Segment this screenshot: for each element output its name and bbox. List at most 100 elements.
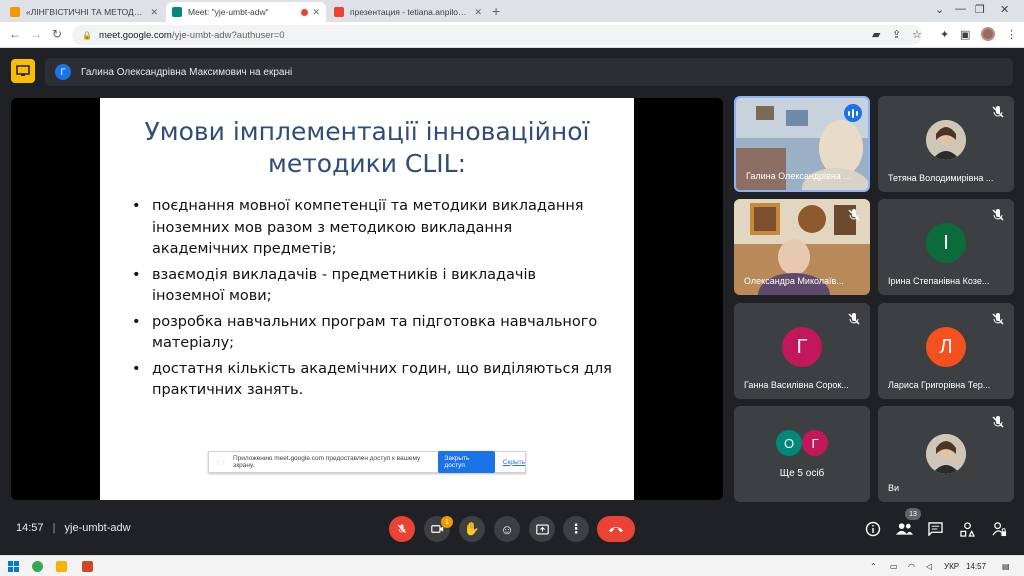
camera-permission-icon[interactable]: ▰	[872, 28, 880, 41]
meeting-info: 14:57 | yje-umbt-adw	[16, 522, 131, 534]
participant-avatar: О	[776, 430, 802, 456]
more-participants-label: Ще 5 осіб	[779, 468, 825, 479]
browser-tab-active[interactable]: Meet: "yje-umbt-adw" ✕	[166, 2, 326, 22]
more-options-button[interactable]: ⋮	[563, 516, 589, 542]
mic-off-icon	[992, 209, 1004, 221]
clock[interactable]: 14:57	[966, 562, 986, 571]
presenter-avatar: Г	[55, 64, 71, 80]
browser-tab[interactable]: «ЛІНГВІСТИЧНІ ТА МЕТОДОЛОГ ✕	[4, 2, 164, 22]
people-button[interactable]	[895, 520, 913, 538]
volume-icon[interactable]: ◁	[926, 562, 932, 571]
chat-button[interactable]	[926, 520, 944, 538]
emoji-icon: ☺	[500, 521, 514, 537]
slide: Умови імплементації інноваційної методик…	[100, 98, 634, 500]
side-panel-icon[interactable]: ▣	[960, 28, 970, 41]
presentation-stage: Умови імплементації інноваційної методик…	[11, 98, 723, 500]
slide-bullet: достатня кількість академічних годин, що…	[130, 359, 620, 402]
raise-hand-button[interactable]: ✋	[459, 516, 485, 542]
present-screen-icon	[535, 523, 549, 535]
browser-tab-strip: «ЛІНГВІСТИЧНІ ТА МЕТОДОЛОГ ✕ Meet: "yje-…	[0, 0, 1024, 22]
activities-icon	[959, 521, 975, 537]
language-indicator[interactable]: УКР	[944, 562, 959, 571]
more-participants-tile[interactable]: О Г Ще 5 осіб	[734, 406, 870, 502]
reload-icon[interactable]: ↻	[52, 27, 62, 41]
tab-search-icon[interactable]: ⌄	[935, 3, 944, 16]
slide-bullets: поєднання мовної компетенції та методики…	[130, 196, 620, 406]
new-tab-icon[interactable]: +	[492, 3, 500, 19]
presenter-banner: Г Галина Олександрівна Максимович на екр…	[45, 58, 1013, 86]
moodle-favicon-icon	[10, 7, 20, 17]
chat-icon	[927, 522, 943, 536]
network-icon[interactable]: ▭	[890, 562, 898, 571]
reactions-button[interactable]: ☺	[494, 516, 520, 542]
windows-start-icon[interactable]	[8, 561, 19, 572]
browser-toolbar: ← → ↻ 🔒 meet.google.com/yje-umbt-adw?aut…	[0, 22, 1024, 48]
mic-toggle-button[interactable]	[389, 516, 415, 542]
notifications-icon[interactable]: ▤	[1002, 562, 1010, 571]
windows-taskbar: ⌃ ▭ ◠ ◁ УКР 14:57 ▤	[0, 555, 1024, 576]
close-tab-icon[interactable]: ✕	[474, 7, 482, 18]
maximize-icon[interactable]: ❐	[975, 3, 985, 16]
chrome-taskbar-icon[interactable]	[32, 561, 43, 572]
participant-tile[interactable]: Л Лариса Григорівна Тер...	[878, 303, 1014, 399]
host-controls-button[interactable]	[990, 520, 1008, 538]
participant-photo	[926, 120, 966, 160]
participant-avatar: Г	[782, 327, 822, 367]
participant-tile[interactable]: І Ірина Степанівна Козе...	[878, 199, 1014, 295]
close-tab-icon[interactable]: ✕	[150, 7, 158, 18]
self-tile[interactable]: Ви	[878, 406, 1014, 502]
hide-notice-link[interactable]: Скрыть	[503, 459, 525, 466]
minimize-icon[interactable]: —	[955, 3, 966, 15]
participant-tile[interactable]: Олександра Миколаїв...	[734, 199, 870, 295]
participant-avatar: Л	[926, 327, 966, 367]
slide-bullet: поєднання мовної компетенції та методики…	[130, 196, 620, 261]
back-icon[interactable]: ←	[9, 27, 21, 41]
notification-badge: 1	[441, 516, 453, 528]
info-icon	[865, 521, 881, 537]
gmail-favicon-icon	[334, 7, 344, 17]
file-explorer-icon[interactable]	[56, 561, 67, 572]
hand-icon: ✋	[463, 521, 481, 536]
slide-title: Умови імплементації інноваційної методик…	[144, 117, 590, 178]
participant-tile[interactable]: Галина Олександрівна ...	[734, 96, 870, 192]
tray-chevron-icon[interactable]: ⌃	[870, 562, 877, 571]
recording-dot-icon	[301, 8, 309, 16]
bookmark-star-icon[interactable]: ☆	[912, 28, 922, 41]
participant-avatar: І	[926, 223, 966, 263]
leave-call-button[interactable]	[597, 516, 635, 542]
participant-tile[interactable]: Г Ганна Василівна Сорок...	[734, 303, 870, 399]
forward-icon[interactable]: →	[30, 27, 42, 41]
extensions-icon[interactable]: ✦	[940, 28, 949, 41]
drag-handle-icon[interactable]: ⋮⋮	[215, 459, 227, 466]
mic-off-icon	[992, 313, 1004, 325]
mic-off-icon	[848, 313, 860, 325]
presentation-badge-icon[interactable]	[11, 59, 35, 83]
close-window-icon[interactable]: ✕	[1000, 3, 1009, 16]
close-tab-icon[interactable]: ✕	[312, 7, 320, 18]
activities-button[interactable]	[958, 520, 976, 538]
meeting-details-button[interactable]	[864, 520, 882, 538]
participant-count-badge: 13	[905, 508, 921, 520]
speaking-indicator-icon	[844, 104, 862, 122]
present-screen-button[interactable]	[529, 516, 555, 542]
share-icon[interactable]: ⇪	[892, 28, 901, 41]
participant-avatar: Г	[802, 430, 828, 456]
profile-avatar[interactable]	[981, 27, 995, 41]
slide-bullet: розробка навчальних програм та підготовк…	[130, 312, 620, 355]
address-bar[interactable]: 🔒 meet.google.com/yje-umbt-adw?authuser=…	[72, 25, 922, 45]
stop-sharing-button[interactable]: Закрыть доступ	[438, 451, 495, 473]
participant-photo	[926, 434, 966, 474]
mic-off-icon	[848, 209, 860, 221]
powerpoint-icon[interactable]	[82, 561, 93, 572]
menu-kebab-icon[interactable]: ⋮	[1006, 28, 1017, 41]
screen-share-notice: ⋮⋮ Приложению meet.google.com предоставл…	[208, 451, 526, 473]
more-vert-icon: ⋮	[569, 521, 583, 536]
wifi-icon[interactable]: ◠	[908, 562, 915, 571]
presenter-text: Галина Олександрівна Максимович на екран…	[81, 66, 293, 78]
meet-favicon-icon	[172, 7, 182, 17]
participant-tile[interactable]: Тетяна Володимирівна ...	[878, 96, 1014, 192]
browser-tab[interactable]: презентация - tetiana.anpilohova ✕	[328, 2, 488, 22]
hang-up-icon	[608, 527, 624, 533]
lock-icon: 🔒	[82, 30, 92, 40]
slide-bullet: взаємодія викладачів - предметників і ви…	[130, 265, 620, 308]
